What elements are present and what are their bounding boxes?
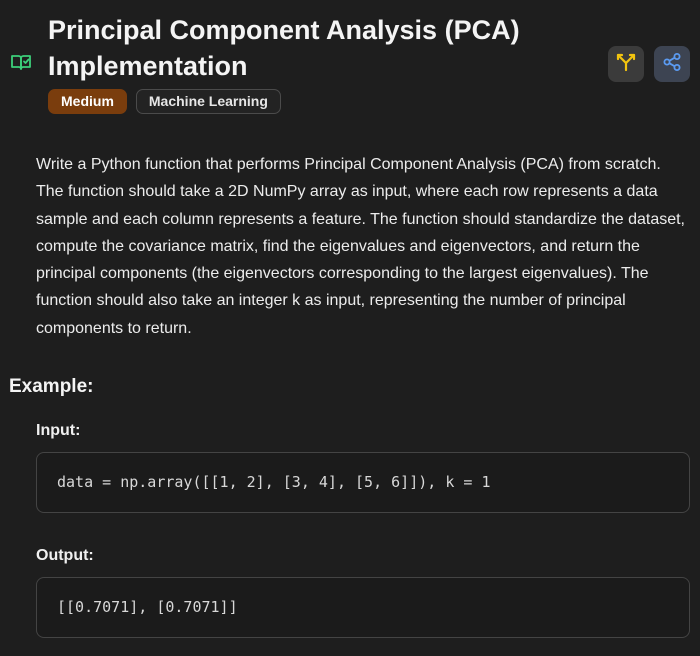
output-label: Output:: [36, 547, 94, 564]
fork-button[interactable]: [608, 46, 644, 82]
book-open-icon: [10, 52, 32, 72]
category-badge: Machine Learning: [135, 89, 281, 114]
share-button[interactable]: [654, 46, 690, 82]
example-heading: Example:: [9, 376, 94, 397]
share-icon: [662, 52, 682, 77]
output-code-block: [[0.7071], [0.7071]]: [36, 577, 690, 638]
problem-description: Write a Python function that performs Pr…: [36, 156, 685, 337]
git-fork-icon: [615, 51, 637, 78]
problem-page: Principal Component Analysis (PCA) Imple…: [0, 0, 700, 656]
difficulty-badge: Medium: [48, 89, 127, 114]
input-code-block: data = np.array([[1, 2], [3, 4], [5, 6]]…: [36, 452, 690, 513]
problem-badges: Medium Machine Learning: [48, 89, 281, 114]
problem-title: Principal Component Analysis (PCA) Imple…: [48, 15, 520, 81]
input-label: Input:: [36, 422, 81, 439]
